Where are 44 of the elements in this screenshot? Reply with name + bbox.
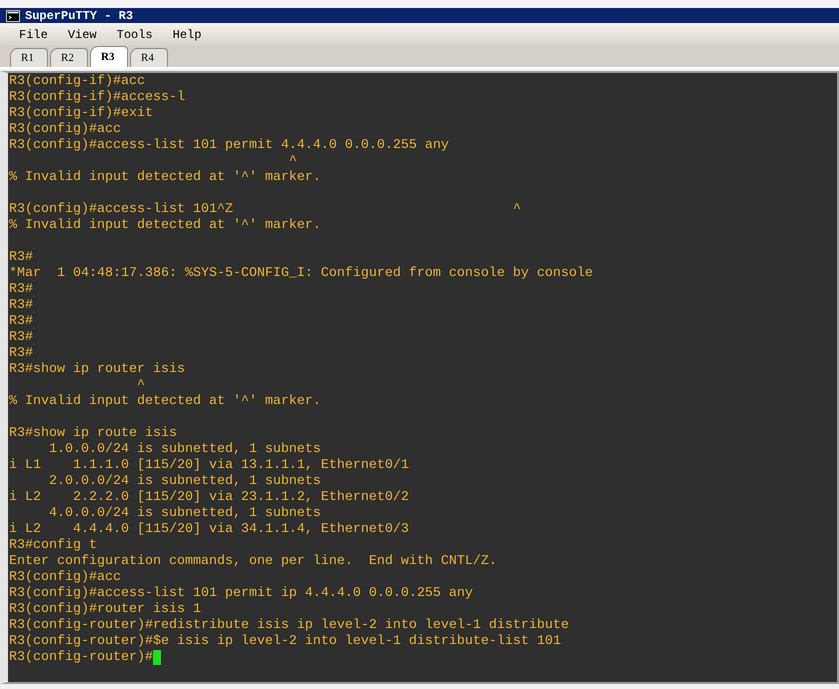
terminal-line: R3#show ip router isis xyxy=(9,362,185,378)
terminal-line: R3(config-router)#redistribute isis ip level-2 into level-1 distribute xyxy=(9,618,569,634)
terminal-line: i L1 1.1.1.0 [115/20] via 13.1.1.1, Ethernet0/1 xyxy=(9,458,409,474)
terminal-line: 1.0.0.0/24 is subnetted, 1 subnets xyxy=(48,442,321,458)
terminal-line: 4.0.0.0/24 is subnetted, 1 subnets xyxy=(48,506,321,522)
terminal-icon xyxy=(6,10,20,22)
terminal-line: R3(config)#acc xyxy=(9,122,121,138)
tab[interactable]: R3 xyxy=(90,46,128,67)
menu-item[interactable]: Help xyxy=(172,28,202,42)
tab[interactable]: R4 xyxy=(130,48,168,67)
terminal-line: R3(config)#acc xyxy=(9,570,121,586)
terminal-line: R3# xyxy=(9,250,33,266)
menu-item[interactable]: File xyxy=(19,28,48,42)
menu-item[interactable]: View xyxy=(68,28,97,42)
terminal-line: R3(config-router)#$e isis ip level-2 into level-1 distribute-list 101 xyxy=(9,634,561,650)
terminal-line: % Invalid input detected at '^' marker. xyxy=(9,218,321,234)
terminal-line: R3(config-router)# xyxy=(9,650,153,666)
terminal-line: i L2 2.2.2.0 [115/20] via 23.1.1.2, Ethernet0/2 xyxy=(9,490,409,506)
terminal-line: R3#show ip route isis xyxy=(9,426,177,442)
window-title: SuperPuTTY - R3 xyxy=(25,8,134,23)
terminal-line: R3#config t xyxy=(9,538,97,554)
terminal-line: R3(config-if)#exit xyxy=(9,106,153,122)
menu-item[interactable]: Tools xyxy=(116,28,153,42)
terminal-line: R3(config-if)#acc xyxy=(9,74,145,90)
terminal-line: *Mar 1 04:48:17.386: %SYS-5-CONFIG_I: Configured from console by console xyxy=(9,266,593,282)
terminal-line: % Invalid input detected at '^' marker. xyxy=(9,394,321,410)
terminal-line: R3# xyxy=(9,282,33,298)
terminal-line: Enter configuration commands, one per line. End with CNTL/Z. xyxy=(9,554,497,570)
tab[interactable]: R1 xyxy=(10,48,48,67)
terminal-line: R3(config-if)#access-l xyxy=(9,90,185,106)
terminal-line: % Invalid input detected at '^' marker. xyxy=(9,170,321,186)
terminal-line: ^ xyxy=(288,154,297,170)
terminal-line: R3(config)#access-list 101 permit ip 4.4.4.0 0.0.0.255 any xyxy=(9,586,473,602)
terminal-line: R3(config)#access-list 101^Z ^ xyxy=(9,202,521,218)
terminal-line: R3# xyxy=(9,298,33,314)
terminal-line: R3# xyxy=(9,346,33,362)
terminal-line: R3# xyxy=(9,330,33,346)
terminal-line: R3(config)#access-list 101 permit 4.4.4.0 0.0.0.255 any xyxy=(9,138,449,154)
terminal-line: R3(config)#router isis 1 xyxy=(9,602,201,618)
terminal-line: R3# xyxy=(9,314,33,330)
terminal-line: i L2 4.4.4.0 [115/20] via 34.1.1.4, Ethernet0/3 xyxy=(9,522,409,538)
terminal-line: 2.0.0.0/24 is subnetted, 1 subnets xyxy=(48,474,321,490)
tab[interactable]: R2 xyxy=(50,48,88,67)
terminal-line: ^ xyxy=(136,378,145,394)
